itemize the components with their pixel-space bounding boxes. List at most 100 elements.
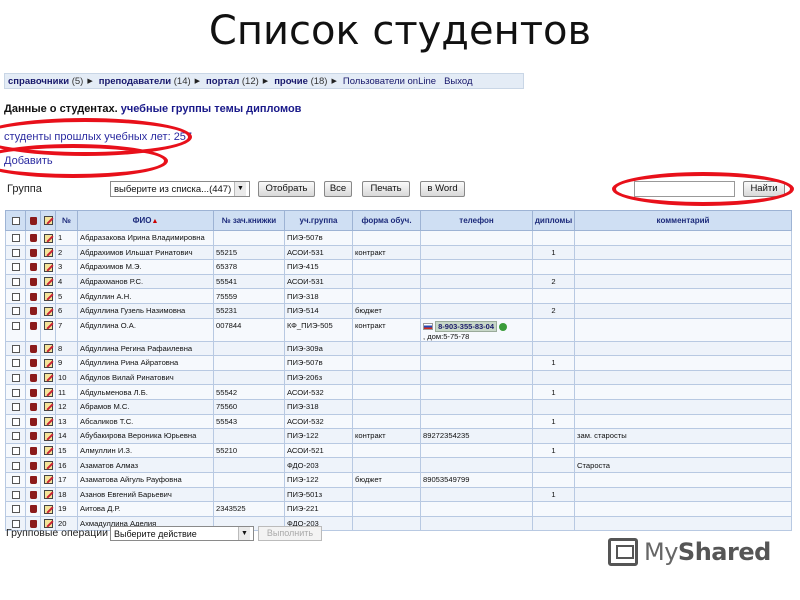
col-diplomas[interactable]: дипломы xyxy=(532,210,575,231)
cell-name[interactable]: Абдуллина Рина Айратовна xyxy=(77,355,214,371)
groups-link[interactable]: учебные группы xyxy=(121,103,211,115)
cell-name[interactable]: Абдульменова Л.Б. xyxy=(77,384,214,400)
cell-name[interactable]: Абубакирова Вероника Юрьевна xyxy=(77,428,214,444)
row-checkbox[interactable] xyxy=(5,442,26,459)
diploma-topics-link[interactable]: темы дипломов xyxy=(214,103,301,115)
cell-name[interactable]: Абдрахманов Р.С. xyxy=(77,273,214,290)
edit-icon[interactable] xyxy=(40,369,56,386)
col-phone[interactable]: телефон xyxy=(420,210,533,231)
row-checkbox[interactable] xyxy=(5,340,26,357)
delete-icon[interactable] xyxy=(25,317,41,342)
delete-icon[interactable] xyxy=(25,259,41,275)
delete-icon[interactable] xyxy=(25,369,41,386)
row-checkbox[interactable] xyxy=(5,501,26,517)
delete-icon[interactable] xyxy=(25,384,41,400)
cell-name[interactable]: Азаматова Айгуль Рауфовна xyxy=(77,471,214,488)
edit-icon[interactable] xyxy=(40,230,56,246)
edit-icon[interactable] xyxy=(40,398,56,415)
nav-item-portal[interactable]: портал (12) xyxy=(206,76,259,87)
col-number[interactable]: № xyxy=(55,210,78,231)
print-button[interactable]: Печать xyxy=(362,181,410,197)
all-button[interactable]: Все xyxy=(324,181,352,197)
row-checkbox[interactable] xyxy=(5,457,26,473)
cell-name[interactable]: Абдуллина О.А. xyxy=(77,317,214,342)
row-checkbox[interactable] xyxy=(5,384,26,400)
delete-icon[interactable] xyxy=(25,230,41,246)
row-checkbox[interactable] xyxy=(5,244,26,261)
select-button[interactable]: Отобрать xyxy=(258,181,315,197)
edit-icon[interactable] xyxy=(40,413,56,430)
online-users-link[interactable]: Пользователи onLine xyxy=(343,76,436,87)
edit-icon[interactable] xyxy=(40,428,56,444)
delete-icon[interactable] xyxy=(25,413,41,430)
cell-name[interactable]: Абдуллина Гузель Назимовна xyxy=(77,302,214,319)
phone-chip[interactable]: 8-903-355-83-04 xyxy=(435,320,497,332)
delete-icon[interactable] xyxy=(25,355,41,371)
col-name[interactable]: ФИО▲ xyxy=(77,210,214,231)
call-icon[interactable] xyxy=(499,322,508,331)
row-checkbox[interactable] xyxy=(5,230,26,246)
col-study-form[interactable]: форма обуч. xyxy=(352,210,421,231)
row-checkbox[interactable] xyxy=(5,302,26,319)
edit-icon[interactable] xyxy=(40,471,56,488)
edit-icon[interactable] xyxy=(40,273,56,290)
delete-icon[interactable] xyxy=(25,302,41,319)
cell-name[interactable]: Абдулов Вилай Ринатович xyxy=(77,369,214,386)
edit-icon[interactable] xyxy=(40,259,56,275)
edit-icon[interactable] xyxy=(40,355,56,371)
nav-item-teachers[interactable]: преподаватели (14) xyxy=(99,76,191,87)
col-record-book[interactable]: № зач.книжки xyxy=(213,210,285,231)
cell-name[interactable]: Алмуллин И.З. xyxy=(77,442,214,459)
delete-icon[interactable] xyxy=(25,288,41,304)
row-checkbox[interactable] xyxy=(5,259,26,275)
col-comment[interactable]: комментарий xyxy=(574,210,792,231)
row-checkbox[interactable] xyxy=(5,273,26,290)
edit-icon[interactable] xyxy=(40,340,56,357)
cell-name[interactable]: Абдуллина Регина Рафаилевна xyxy=(77,340,214,357)
cell-name[interactable]: Абдрахимов М.Э. xyxy=(77,259,214,275)
row-checkbox[interactable] xyxy=(5,288,26,304)
delete-icon[interactable] xyxy=(25,501,41,517)
row-checkbox[interactable] xyxy=(5,398,26,415)
bulk-action-select[interactable]: Выберите действие ▼ xyxy=(110,526,254,541)
delete-icon[interactable] xyxy=(25,442,41,459)
row-checkbox[interactable] xyxy=(5,355,26,371)
cell-name[interactable]: Азаматов Алмаз xyxy=(77,457,214,473)
edit-icon[interactable] xyxy=(40,486,56,503)
cell-name[interactable]: Абдуллин А.Н. xyxy=(77,288,214,304)
export-word-button[interactable]: в Word xyxy=(420,181,465,197)
delete-icon[interactable] xyxy=(25,273,41,290)
delete-icon[interactable] xyxy=(25,457,41,473)
delete-icon[interactable] xyxy=(25,244,41,261)
group-select[interactable]: выберите из списка...(447) ▼ xyxy=(110,181,250,197)
delete-icon[interactable] xyxy=(25,398,41,415)
col-group[interactable]: уч.группа xyxy=(284,210,353,231)
edit-icon[interactable] xyxy=(40,244,56,261)
cell-name[interactable]: Азанов Евгений Барьевич xyxy=(77,486,214,503)
execute-button[interactable]: Выполнить xyxy=(258,526,322,541)
select-all-checkbox[interactable] xyxy=(5,210,26,231)
edit-icon[interactable] xyxy=(40,302,56,319)
edit-icon[interactable] xyxy=(40,442,56,459)
edit-icon[interactable] xyxy=(40,457,56,473)
cell-name[interactable]: Абдразакова Ирина Владимировна xyxy=(77,230,214,246)
nav-item-other[interactable]: прочие (18) xyxy=(274,76,327,87)
cell-name[interactable]: Аитова Д.Р. xyxy=(77,501,214,517)
edit-icon[interactable] xyxy=(40,384,56,400)
cell-name[interactable]: Абсаликов Т.С. xyxy=(77,413,214,430)
delete-icon[interactable] xyxy=(25,486,41,503)
cell-name[interactable]: Абдрахимов Ильшат Ринатович xyxy=(77,244,214,261)
delete-icon[interactable] xyxy=(25,340,41,357)
row-checkbox[interactable] xyxy=(5,369,26,386)
delete-icon[interactable] xyxy=(25,428,41,444)
exit-link[interactable]: Выход xyxy=(444,76,472,87)
edit-icon[interactable] xyxy=(40,501,56,517)
row-checkbox[interactable] xyxy=(5,486,26,503)
row-checkbox[interactable] xyxy=(5,471,26,488)
cell-name[interactable]: Абрамов М.С. xyxy=(77,398,214,415)
nav-item-directories[interactable]: справочники (5) xyxy=(8,76,83,87)
edit-icon[interactable] xyxy=(40,317,56,342)
delete-icon[interactable] xyxy=(25,471,41,488)
row-checkbox[interactable] xyxy=(5,413,26,430)
edit-icon[interactable] xyxy=(40,288,56,304)
